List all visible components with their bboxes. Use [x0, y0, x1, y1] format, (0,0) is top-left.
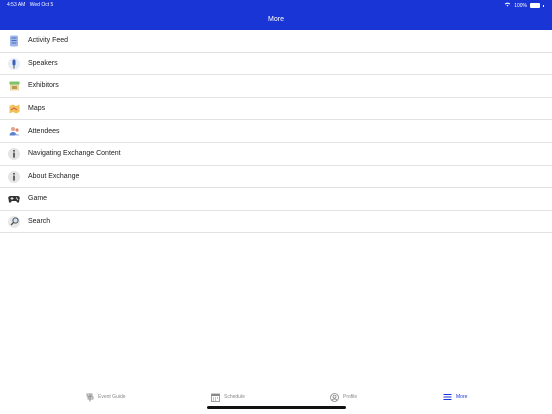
tab-label: Event Guide — [98, 394, 126, 400]
menu-item-navigating-exchange-content[interactable]: Navigating Exchange Content — [0, 143, 552, 166]
bottom-tab-bar: Event Guide Schedule Profile More — [0, 388, 552, 406]
tab-event-guide[interactable]: Event Guide — [85, 391, 126, 403]
calendar-icon — [211, 393, 220, 402]
menu-item-maps[interactable]: Maps — [0, 98, 552, 121]
page-title: More — [268, 16, 284, 23]
battery-percent: 100% — [514, 2, 527, 9]
exhibitors-booth-icon — [8, 80, 20, 92]
menu-item-game[interactable]: Game — [0, 188, 552, 211]
menu-item-exhibitors[interactable]: Exhibitors — [0, 75, 552, 98]
profile-icon — [330, 392, 339, 402]
tab-profile[interactable]: Profile — [330, 391, 357, 403]
menu-item-about-exchange[interactable]: About Exchange — [0, 166, 552, 189]
microphone-icon — [8, 57, 20, 70]
tab-label: Schedule — [224, 394, 245, 400]
menu-item-label: Activity Feed — [28, 37, 69, 45]
menu-item-label: About Exchange — [28, 172, 80, 180]
tab-label: More — [456, 394, 468, 400]
menu-item-label: Search — [28, 218, 51, 226]
hamburger-menu-icon — [443, 393, 452, 402]
info-icon — [8, 170, 20, 183]
attendees-icon — [8, 125, 20, 137]
battery-icon — [530, 3, 540, 8]
menu-item-label: Game — [28, 195, 48, 203]
status-date: Wed Oct 5 — [29, 2, 54, 8]
battery-tip — [543, 4, 544, 7]
event-guide-icon — [85, 393, 94, 402]
gamepad-icon — [8, 193, 20, 205]
menu-item-speakers[interactable]: Speakers — [0, 53, 552, 76]
status-time: 4:53 AM — [7, 2, 26, 8]
home-indicator — [207, 406, 346, 409]
menu-item-label: Maps — [28, 105, 46, 113]
menu-item-label: Attendees — [28, 127, 60, 135]
top-bar: 4:53 AM Wed Oct 5 100% More — [0, 0, 552, 30]
wifi-icon — [504, 2, 511, 9]
menu-item-label: Speakers — [28, 59, 58, 67]
activity-feed-icon — [8, 35, 20, 47]
search-icon — [8, 215, 20, 228]
menu-item-label: Navigating Exchange Content — [28, 150, 121, 158]
more-menu-list: Activity Feed Speakers Exhibitors Maps A… — [0, 30, 552, 234]
menu-item-attendees[interactable]: Attendees — [0, 120, 552, 143]
tab-schedule[interactable]: Schedule — [211, 391, 245, 403]
menu-item-label: Exhibitors — [28, 82, 59, 90]
tab-more[interactable]: More — [443, 391, 467, 403]
tab-label: Profile — [343, 394, 358, 400]
status-bar-left: 4:53 AM Wed Oct 5 — [7, 2, 53, 8]
menu-item-search[interactable]: Search — [0, 211, 552, 234]
menu-item-activity-feed[interactable]: Activity Feed — [0, 30, 552, 53]
status-bar-right: 100% — [504, 2, 544, 9]
map-icon — [8, 103, 20, 115]
info-icon — [8, 147, 20, 160]
